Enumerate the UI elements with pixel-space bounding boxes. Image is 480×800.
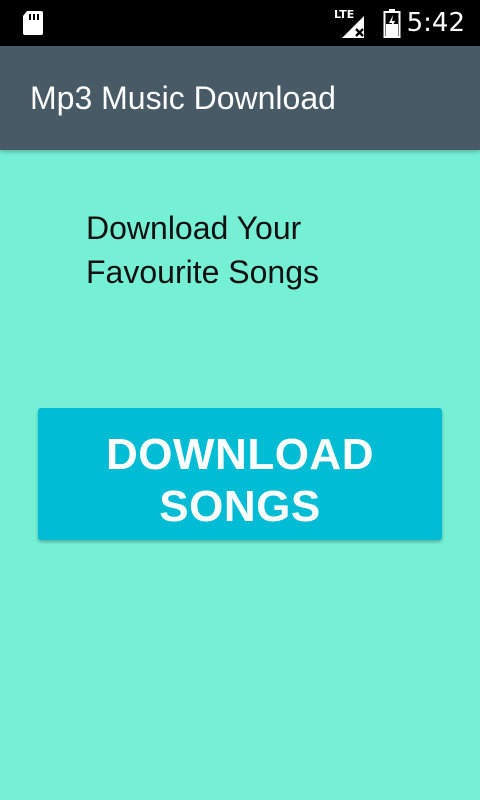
headline-line-2: Favourite Songs (86, 254, 320, 290)
headline: Download Your Favourite Songs (86, 206, 426, 294)
clock: 5:42 (406, 8, 465, 38)
button-label-line-1: DOWNLOAD (106, 430, 374, 479)
app-title: Mp3 Music Download (30, 80, 336, 116)
signal-icon (342, 16, 364, 38)
app-bar: Mp3 Music Download (0, 46, 480, 150)
network-indicator: LTE (334, 8, 370, 38)
download-songs-button[interactable]: DOWNLOAD SONGS (38, 408, 442, 540)
sd-card-icon (23, 11, 43, 35)
battery-icon (383, 9, 401, 38)
status-bar: LTE 5:42 (0, 0, 480, 46)
headline-line-1: Download Your (86, 210, 302, 246)
button-label-line-2: SONGS (159, 482, 321, 531)
